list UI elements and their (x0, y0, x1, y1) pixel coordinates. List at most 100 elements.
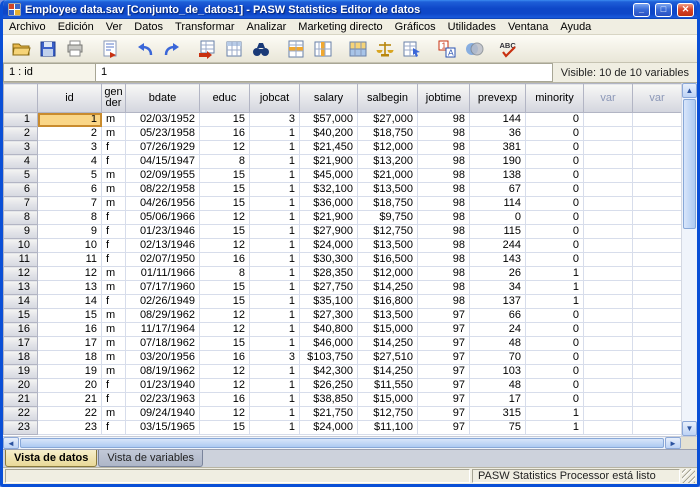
cell[interactable]: m (102, 323, 126, 337)
tab-vista-de-variables[interactable]: Vista de variables (98, 450, 203, 467)
cell[interactable]: 98 (418, 113, 470, 127)
cell[interactable]: m (102, 113, 126, 127)
column-header-salary[interactable]: salary (300, 84, 358, 113)
cell[interactable]: $9,750 (358, 211, 418, 225)
cell[interactable]: 04/15/1947 (126, 155, 200, 169)
cell[interactable] (584, 295, 633, 309)
cell[interactable]: 10 (38, 239, 102, 253)
cell[interactable]: 15 (200, 169, 250, 183)
cell[interactable]: 75 (470, 421, 526, 435)
cell[interactable]: 0 (526, 309, 584, 323)
cell[interactable]: 1 (526, 421, 584, 435)
tab-vista-de-datos[interactable]: Vista de datos (5, 450, 97, 467)
cell[interactable]: $12,750 (358, 225, 418, 239)
cell[interactable]: 1 (250, 183, 300, 197)
cell[interactable]: 381 (470, 141, 526, 155)
cell[interactable]: 09/24/1940 (126, 407, 200, 421)
cell[interactable] (584, 309, 633, 323)
cell[interactable]: 97 (418, 323, 470, 337)
cell[interactable]: 0 (526, 337, 584, 351)
print-button[interactable] (61, 36, 88, 61)
cell[interactable]: 08/29/1962 (126, 309, 200, 323)
cell[interactable]: 05/23/1958 (126, 127, 200, 141)
scroll-up-button[interactable]: ▲ (682, 83, 697, 98)
cell[interactable]: $42,300 (300, 365, 358, 379)
cell[interactable] (633, 239, 682, 253)
row-header[interactable]: 9 (4, 225, 38, 239)
cell[interactable]: 1 (526, 295, 584, 309)
row-header[interactable]: 21 (4, 393, 38, 407)
cell[interactable]: m (102, 407, 126, 421)
cell[interactable] (633, 351, 682, 365)
cell[interactable]: 138 (470, 169, 526, 183)
cell[interactable]: m (102, 281, 126, 295)
cell[interactable]: 12 (200, 407, 250, 421)
goto-case-button[interactable] (193, 36, 220, 61)
menu-utilidades[interactable]: Utilidades (442, 20, 502, 34)
cell[interactable]: f (102, 421, 126, 435)
cell[interactable]: 20 (38, 379, 102, 393)
horizontal-scrollbar[interactable]: ◄ ► (3, 436, 697, 449)
menu-ventana[interactable]: Ventana (502, 20, 554, 34)
cell[interactable]: 1 (250, 197, 300, 211)
cell[interactable]: m (102, 351, 126, 365)
cell[interactable] (633, 421, 682, 435)
cell[interactable] (584, 127, 633, 141)
cell[interactable] (633, 295, 682, 309)
cell[interactable] (633, 141, 682, 155)
cell[interactable]: $14,250 (358, 281, 418, 295)
row-header[interactable]: 20 (4, 379, 38, 393)
cell[interactable]: 0 (526, 197, 584, 211)
cell[interactable]: 12 (200, 211, 250, 225)
cell[interactable]: 98 (418, 225, 470, 239)
cell[interactable]: 1 (250, 393, 300, 407)
cell[interactable]: 1 (250, 267, 300, 281)
cell[interactable]: $30,300 (300, 253, 358, 267)
cell[interactable]: 34 (470, 281, 526, 295)
cell[interactable]: $21,450 (300, 141, 358, 155)
menu-gr-ficos[interactable]: Gráficos (389, 20, 442, 34)
cell[interactable]: 1 (250, 169, 300, 183)
row-header[interactable]: 13 (4, 281, 38, 295)
cell[interactable]: 16 (200, 253, 250, 267)
cell[interactable]: 03/20/1956 (126, 351, 200, 365)
cell[interactable]: 1 (250, 253, 300, 267)
row-header[interactable]: 7 (4, 197, 38, 211)
cell[interactable]: 1 (526, 267, 584, 281)
minimize-button[interactable]: _ (633, 3, 650, 17)
menu-ayuda[interactable]: Ayuda (554, 20, 597, 34)
cell[interactable]: $21,900 (300, 155, 358, 169)
cell[interactable]: 1 (250, 379, 300, 393)
cell[interactable]: 115 (470, 225, 526, 239)
cell[interactable]: 1 (250, 225, 300, 239)
cell[interactable]: $40,800 (300, 323, 358, 337)
cell[interactable]: 1 (250, 141, 300, 155)
cell[interactable] (584, 197, 633, 211)
cell[interactable] (584, 155, 633, 169)
cell[interactable] (633, 393, 682, 407)
cell[interactable]: $21,000 (358, 169, 418, 183)
row-header[interactable]: 17 (4, 337, 38, 351)
cell[interactable]: 19 (38, 365, 102, 379)
cell[interactable]: 12 (200, 365, 250, 379)
scroll-right-button[interactable]: ► (665, 437, 681, 449)
selected-cell[interactable]: 1 (38, 113, 102, 127)
cell[interactable]: 02/13/1946 (126, 239, 200, 253)
cell[interactable]: 01/11/1966 (126, 267, 200, 281)
cell[interactable]: $12,000 (358, 267, 418, 281)
use-sets-button[interactable] (460, 36, 487, 61)
cell[interactable]: 05/06/1966 (126, 211, 200, 225)
cell[interactable]: m (102, 197, 126, 211)
cell[interactable]: 1 (250, 323, 300, 337)
cell[interactable]: 70 (470, 351, 526, 365)
cell[interactable] (633, 323, 682, 337)
cell[interactable]: 97 (418, 351, 470, 365)
row-header[interactable]: 11 (4, 253, 38, 267)
cell[interactable]: 0 (526, 169, 584, 183)
row-header[interactable]: 6 (4, 183, 38, 197)
cell[interactable]: 1 (250, 407, 300, 421)
cell[interactable] (633, 113, 682, 127)
cell[interactable]: 13 (38, 281, 102, 295)
cell[interactable]: 0 (526, 155, 584, 169)
cell[interactable]: 97 (418, 407, 470, 421)
